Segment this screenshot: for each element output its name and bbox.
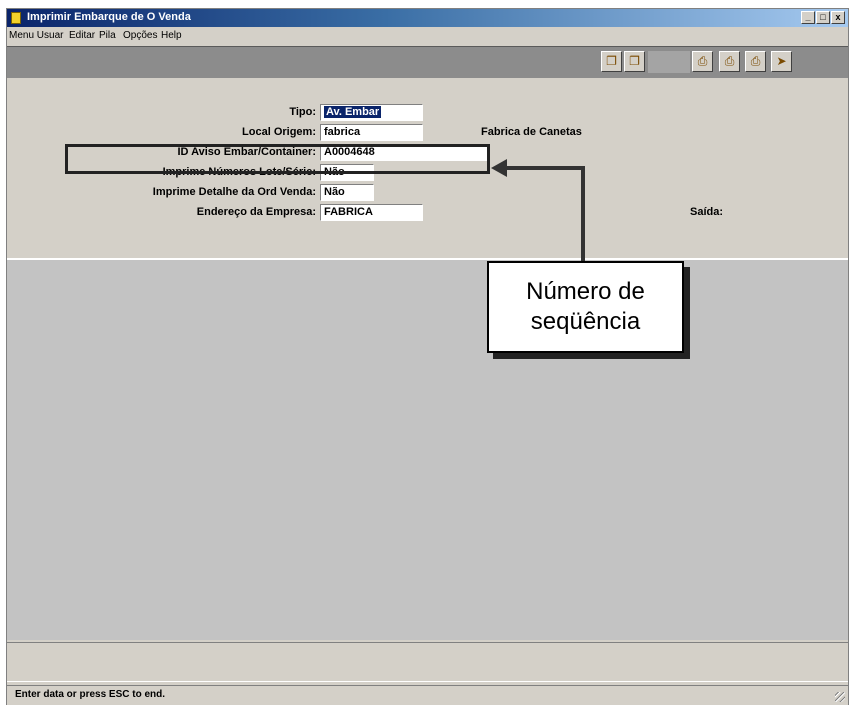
tipo-field[interactable]: Av. Embar (320, 104, 423, 121)
paste-icon[interactable]: ❐ (624, 51, 645, 72)
highlight-box (65, 144, 490, 174)
exit-icon[interactable]: ➤ (771, 51, 792, 72)
window-title: Imprimir Embarque de O Venda (27, 11, 191, 23)
menu-usuario[interactable]: Menu Usuar (9, 30, 63, 41)
maximize-button[interactable]: □ (816, 11, 830, 24)
saida-label: Saída: (690, 206, 724, 218)
menu-bar: Menu Usuar Editar Pila Opções Help (7, 28, 848, 45)
local-origem-field[interactable]: fabrica (320, 124, 423, 141)
status-bar: Enter data or press ESC to end. (7, 685, 848, 705)
menu-pila[interactable]: Pila (99, 30, 116, 41)
message-bar (7, 642, 848, 682)
toolbar: ❐ ❐ ⎙ ⎙ ⎙ ➤ (7, 46, 848, 79)
imprime-detalhe-field[interactable]: Não (320, 184, 374, 201)
resize-grip-icon[interactable] (835, 692, 845, 702)
imprime-detalhe-label: Imprime Detalhe da Ord Venda: (152, 186, 316, 198)
connector-horizontal (505, 166, 585, 170)
status-text: Enter data or press ESC to end. (15, 689, 166, 700)
print-preview-icon[interactable]: ⎙ (719, 51, 740, 72)
tipo-value: Av. Embar (324, 106, 382, 118)
app-icon (11, 12, 21, 24)
close-button[interactable]: x (831, 11, 845, 24)
local-origem-label: Local Origem: (242, 126, 316, 138)
print-setup-icon[interactable]: ⎙ (745, 51, 766, 72)
main-area (7, 260, 848, 640)
menu-help[interactable]: Help (161, 30, 182, 41)
callout-box: Número de seqüência (487, 261, 684, 353)
title-bar[interactable]: Imprimir Embarque de O Venda _ □ x (7, 9, 848, 27)
menu-opcoes[interactable]: Opções (123, 30, 157, 41)
arrow-left-icon (491, 159, 507, 177)
menu-editar[interactable]: Editar (69, 30, 95, 41)
callout-line-2: seqüência (530, 308, 641, 335)
endereco-field[interactable]: FABRICA (320, 204, 423, 221)
minimize-button[interactable]: _ (801, 11, 815, 24)
copy-icon[interactable]: ❐ (601, 51, 622, 72)
tipo-label: Tipo: (289, 106, 316, 118)
application-window: Imprimir Embarque de O Venda _ □ x Menu … (6, 8, 849, 705)
endereco-label: Endereço da Empresa: (196, 206, 316, 218)
toolbar-blank (648, 51, 690, 73)
callout-line-1: Número de (526, 278, 645, 305)
print-icon[interactable]: ⎙ (692, 51, 713, 72)
local-origem-description: Fabrica de Canetas (481, 126, 582, 138)
connector-vertical (581, 166, 585, 262)
